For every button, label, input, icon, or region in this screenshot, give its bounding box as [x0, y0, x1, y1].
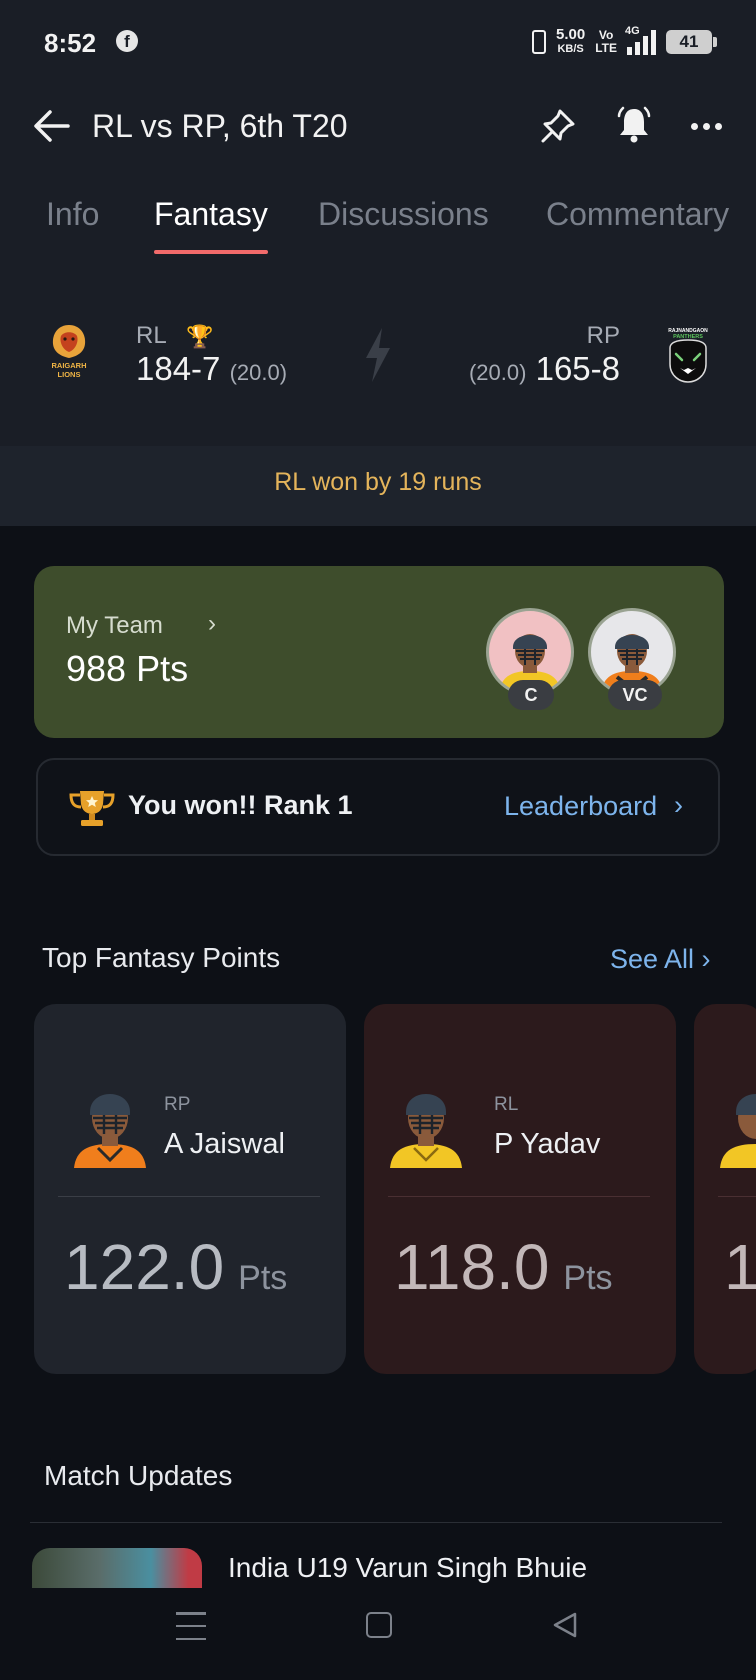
- rajnandgaon-panthers-logo: RAJNANDGAON PANTHERS: [668, 328, 708, 383]
- match-updates-title: Match Updates: [44, 1460, 233, 1491]
- divider: [718, 1196, 756, 1197]
- active-tab-indicator: [154, 250, 268, 254]
- leaderboard-link[interactable]: Leaderboard: [504, 791, 657, 822]
- player-points-value: 122.0: [64, 1231, 225, 1303]
- trophy-icon: [69, 791, 115, 826]
- winner-trophy-icon: 🏆: [186, 324, 214, 349]
- player-team: RP: [164, 1094, 191, 1115]
- player-avatar-icon: [720, 1094, 756, 1168]
- player-points: 11: [724, 1231, 756, 1303]
- player-card[interactable]: 11: [694, 1004, 756, 1374]
- back-arrow-icon[interactable]: [32, 108, 72, 144]
- player-card[interactable]: RP A Jaiswal 122.0 Pts: [34, 1004, 346, 1374]
- signal-icon: 4G: [625, 25, 656, 55]
- page-title: RL vs RP, 6th T20: [92, 108, 348, 144]
- player-points-unit: Pts: [238, 1259, 288, 1297]
- top-fantasy-title: Top Fantasy Points: [42, 942, 281, 973]
- tab-discussions[interactable]: Discussions: [318, 196, 489, 233]
- network-type: 4G: [625, 25, 640, 37]
- volte-top: Vo: [598, 28, 614, 42]
- team2-overs: (20.0): [468, 360, 527, 385]
- chevron-right-icon: ›: [208, 610, 216, 637]
- status-time: 8:52: [44, 28, 97, 58]
- tab-fantasy[interactable]: Fantasy: [154, 196, 268, 233]
- team2-score-line: (20.0) 165-8: [469, 350, 620, 388]
- net-speed: 5.00 KB/S: [556, 26, 586, 56]
- captain-badge: C: [508, 680, 554, 710]
- net-speed-value: 5.00: [556, 26, 586, 43]
- player-avatar-icon: [390, 1094, 462, 1168]
- win-banner: You won!! Rank 1 Leaderboard ›: [36, 758, 720, 856]
- nav-back-icon[interactable]: [550, 1610, 580, 1640]
- my-team-label: My Team: [66, 612, 163, 639]
- player-points-unit: Pts: [563, 1259, 613, 1297]
- vibrate-icon: [532, 30, 547, 54]
- net-speed-unit: KB/S: [557, 43, 584, 55]
- tab-commentary[interactable]: Commentary: [546, 196, 729, 233]
- status-bar: 8:52 f 5.00 KB/S Vo LTE 4G 41: [0, 22, 756, 66]
- raigarh-lions-logo: RAIGARH LIONS: [52, 325, 87, 379]
- lightning-icon: [366, 328, 390, 382]
- player-points-value: 118.0: [394, 1231, 550, 1303]
- facebook-icon: f: [116, 30, 138, 52]
- battery-icon: 41: [666, 30, 717, 54]
- team1-abbr: RL: [136, 322, 167, 349]
- team1-score: 184-7: [136, 350, 221, 387]
- logo-rl-line1: RAIGARH: [52, 361, 87, 370]
- player-avatar-icon: [74, 1094, 146, 1168]
- news-thumbnail[interactable]: [32, 1548, 202, 1588]
- status-indicators: 5.00 KB/S Vo LTE 4G 41: [532, 25, 717, 56]
- recent-apps-icon[interactable]: [176, 1612, 206, 1640]
- vice-captain-badge: VC: [608, 680, 662, 710]
- team1-overs: (20.0): [229, 360, 288, 385]
- player-points: 122.0 Pts: [64, 1230, 287, 1304]
- player-name: A Jaiswal: [164, 1128, 285, 1160]
- volte-bottom: LTE: [595, 41, 617, 55]
- divider: [58, 1196, 320, 1197]
- bell-icon[interactable]: [614, 104, 654, 144]
- tab-bar: Info Fantasy Discussions Commentary: [0, 196, 756, 260]
- team2-abbr: RP: [586, 322, 620, 349]
- pin-icon[interactable]: [538, 106, 578, 146]
- more-options-icon[interactable]: [686, 106, 726, 146]
- my-team-card[interactable]: My Team › 988 Pts C VC: [34, 566, 724, 738]
- divider: [30, 1522, 722, 1523]
- chevron-right-icon[interactable]: ›: [674, 790, 683, 821]
- scoreboard: RAIGARH LIONS RL 🏆 184-7 (20.0) RP (20.0…: [0, 310, 756, 420]
- match-result: RL won by 19 runs: [274, 468, 482, 496]
- team2-score: 165-8: [535, 350, 620, 387]
- win-rank-text: You won!! Rank 1: [128, 790, 353, 820]
- player-team: RL: [494, 1094, 519, 1115]
- player-points: 118.0 Pts: [394, 1230, 613, 1304]
- news-headline[interactable]: India U19 Varun Singh Bhuie: [228, 1552, 587, 1584]
- my-team-points: 988 Pts: [66, 648, 189, 689]
- divider: [388, 1196, 650, 1197]
- player-card[interactable]: RL P Yadav 118.0 Pts: [364, 1004, 676, 1374]
- team1-score-line: 184-7 (20.0): [136, 350, 287, 388]
- result-bar: RL won by 19 runs: [0, 446, 756, 526]
- home-icon[interactable]: [366, 1612, 392, 1638]
- see-all-link[interactable]: See All ›: [610, 944, 711, 975]
- tab-info[interactable]: Info: [46, 196, 99, 233]
- logo-rp-line2: PANTHERS: [673, 334, 703, 340]
- logo-rl-line2: LIONS: [58, 370, 81, 379]
- player-name: P Yadav: [494, 1128, 601, 1160]
- app-bar: RL vs RP, 6th T20: [0, 96, 756, 156]
- volte-icon: Vo LTE: [595, 29, 617, 55]
- system-nav-bar: [0, 1588, 756, 1680]
